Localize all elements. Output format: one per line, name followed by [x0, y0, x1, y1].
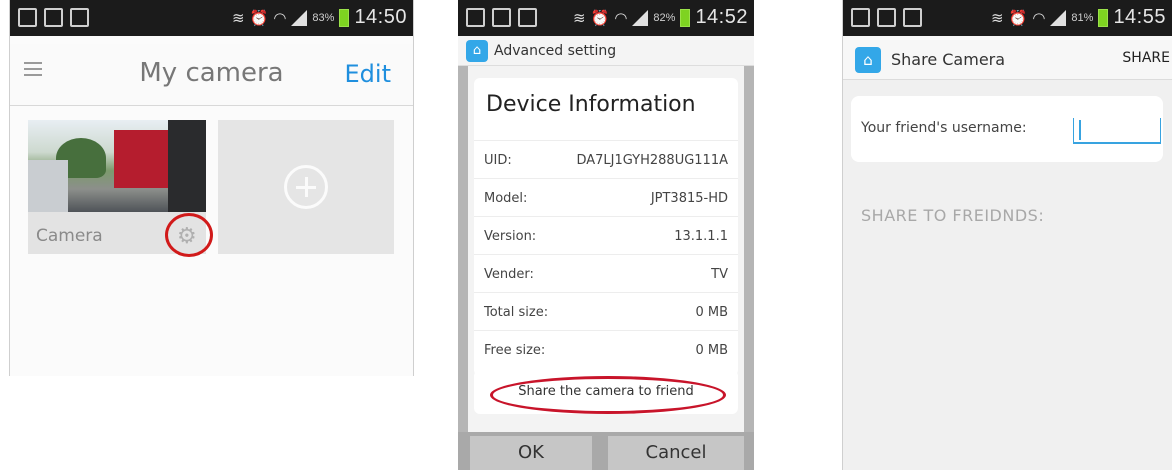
camera-thumbnail[interactable] [28, 120, 206, 212]
signal-icon [291, 9, 308, 26]
alarm-icon: ⏰ [249, 9, 269, 27]
username-card: Your friend's username: [851, 96, 1163, 162]
dialog-titlebar: ⌂ Advanced setting [458, 36, 754, 66]
info-key: UID: [484, 153, 512, 168]
info-row: Vender: TV [474, 254, 738, 292]
clock: 14:50 [354, 6, 407, 28]
wifi-icon: ◠ [614, 9, 628, 27]
camera-name: Camera [36, 226, 103, 246]
info-key: Model: [484, 191, 528, 206]
info-row: Free size: 0 MB [474, 330, 738, 368]
gallery-icon [18, 8, 37, 27]
info-key: Version: [484, 229, 537, 244]
wifi-icon: ◠ [273, 9, 287, 27]
highlight-ring [490, 376, 726, 414]
dialog-title: Advanced setting [494, 43, 617, 59]
info-value: DA7LJ1GYH288UG111A [576, 153, 728, 168]
camera-card[interactable]: Camera ⚙ [28, 120, 213, 257]
info-value: TV [711, 267, 728, 282]
gallery-icon [851, 8, 870, 27]
info-row: Version: 13.1.1.1 [474, 216, 738, 254]
info-row: UID: DA7LJ1GYH288UG111A [474, 140, 738, 178]
signal-icon [632, 9, 649, 26]
battery-icon [1098, 8, 1109, 27]
bag-icon [70, 8, 89, 27]
vibrate-icon: ≋ [232, 9, 245, 27]
add-camera-tile[interactable] [218, 120, 394, 254]
battery-icon [680, 8, 691, 27]
battery-percent: 81% [1071, 11, 1094, 24]
username-label: Your friend's username: [861, 120, 1027, 136]
screen-share-camera: ≋ ⏰ ◠ 81% 14:55 ⌂ Share Camera SHARE You… [842, 0, 1172, 470]
page-title: Share Camera [891, 50, 1006, 69]
battery-icon [339, 8, 350, 27]
signal-icon [1050, 9, 1067, 26]
info-value: 0 MB [695, 305, 728, 320]
info-row: Total size: 0 MB [474, 292, 738, 330]
status-bar: ≋ ⏰ ◠ 81% 14:55 [843, 0, 1172, 36]
sim-icon [877, 8, 896, 27]
app-header: My camera Edit [10, 44, 413, 106]
text-caret [1079, 120, 1081, 140]
share-button[interactable]: SHARE [1122, 50, 1170, 66]
alarm-icon: ⏰ [1008, 9, 1028, 27]
clock: 14:52 [695, 6, 748, 28]
bag-icon [518, 8, 537, 27]
highlight-ring [165, 213, 213, 257]
app-home-icon: ⌂ [466, 40, 488, 62]
dialog-body: Device Information UID: DA7LJ1GYH288UG111… [468, 66, 744, 470]
app-home-icon: ⌂ [855, 47, 881, 73]
username-input[interactable] [1073, 118, 1161, 144]
app-header: ⌂ Share Camera SHARE [843, 36, 1172, 80]
sim-icon [492, 8, 511, 27]
device-info-title: Device Information [486, 92, 696, 117]
sim-icon [44, 8, 63, 27]
share-friends-heading: SHARE TO FREIDNDS: [861, 206, 1045, 225]
device-info-card: Device Information UID: DA7LJ1GYH288UG111… [474, 78, 738, 376]
plus-icon[interactable] [284, 165, 328, 209]
screen-my-camera: ≋ ⏰ ◠ 83% 14:50 My camera Edit Camera ⚙ [9, 0, 414, 376]
info-row: Model: JPT3815-HD [474, 178, 738, 216]
cancel-button[interactable]: Cancel [608, 436, 744, 470]
info-value: 0 MB [695, 343, 728, 358]
status-bar: ≋ ⏰ ◠ 83% 14:50 [10, 0, 413, 36]
info-key: Total size: [484, 305, 549, 320]
status-bar: ≋ ⏰ ◠ 82% 14:52 [458, 0, 754, 36]
edit-button[interactable]: Edit [345, 60, 391, 88]
info-value: 13.1.1.1 [674, 229, 728, 244]
battery-percent: 82% [653, 11, 676, 24]
info-value: JPT3815-HD [650, 191, 728, 206]
ok-button[interactable]: OK [470, 436, 592, 470]
vibrate-icon: ≋ [573, 9, 586, 27]
clock: 14:55 [1113, 6, 1166, 28]
gallery-icon [466, 8, 485, 27]
info-key: Free size: [484, 343, 546, 358]
bag-icon [903, 8, 922, 27]
screen-advanced-setting: ≋ ⏰ ◠ 82% 14:52 ⌂ Advanced setting Devic… [458, 0, 754, 470]
dialog-buttonbar: OK Cancel [458, 432, 754, 470]
vibrate-icon: ≋ [991, 9, 1004, 27]
alarm-icon: ⏰ [590, 9, 610, 27]
wifi-icon: ◠ [1032, 9, 1046, 27]
info-key: Vender: [484, 267, 534, 282]
battery-percent: 83% [312, 11, 335, 24]
